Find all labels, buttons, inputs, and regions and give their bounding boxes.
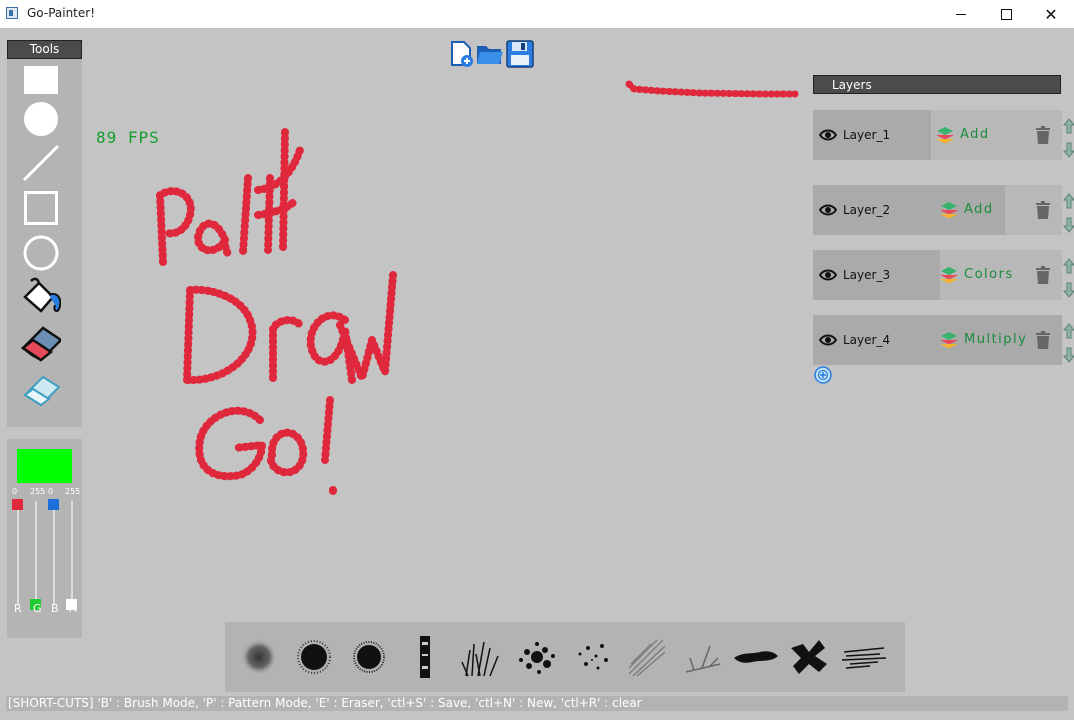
rectangle-outline-tool[interactable]: [21, 189, 61, 227]
layers-header: Layers: [813, 75, 1061, 94]
layer-stack-icon: [936, 127, 954, 144]
red-slider-track[interactable]: [17, 501, 19, 605]
line-icon: [22, 144, 60, 182]
blend-mode-button[interactable]: Colors: [964, 267, 1014, 282]
rough-brush-icon[interactable]: [732, 634, 780, 680]
blend-mode-button[interactable]: Add: [964, 202, 994, 217]
paint-bucket-icon: [23, 277, 61, 313]
rectangle-outline-icon: [24, 191, 58, 225]
red-slider-thumb[interactable]: [12, 499, 23, 510]
trash-icon[interactable]: [1035, 266, 1051, 284]
layer-name: Layer_3: [843, 268, 891, 282]
blend-mode-button[interactable]: Add: [960, 127, 990, 142]
layer-name: Layer_1: [843, 128, 891, 142]
add-layer-icon[interactable]: [814, 366, 832, 384]
eye-icon[interactable]: [819, 332, 837, 348]
eye-icon[interactable]: [819, 267, 837, 283]
scale-min-label: 0: [12, 487, 18, 496]
blend-mode-button[interactable]: Multiply: [964, 332, 1027, 347]
green-slider-track[interactable]: [35, 501, 37, 605]
eraser-icon: [21, 326, 61, 362]
layer-reorder-arrows-icon[interactable]: [1063, 323, 1074, 363]
scale-max-label: 255: [65, 487, 81, 496]
current-color-swatch: [17, 449, 72, 483]
line-tool[interactable]: [21, 144, 61, 182]
trash-icon[interactable]: [1035, 126, 1051, 144]
alpha-channel-label: A: [69, 602, 77, 615]
blue-channel-label: B: [51, 602, 59, 615]
layer-stack-icon: [940, 332, 958, 349]
filled-rectangle-icon: [24, 66, 58, 94]
grass-brush-icon[interactable]: [458, 634, 506, 680]
alpha-slider-track[interactable]: [71, 501, 73, 605]
layer-row[interactable]: Layer_1 Add: [813, 110, 1062, 160]
layer-name: Layer_2: [843, 203, 891, 217]
blend-area: [1005, 185, 1062, 235]
layer-reorder-arrows-icon[interactable]: [1063, 118, 1074, 158]
circle-outline-icon: [23, 235, 59, 271]
soft-eraser-icon: [23, 375, 61, 407]
filled-circle-tool[interactable]: [21, 100, 61, 138]
brush-bar: [225, 622, 905, 692]
circle-outline-tool[interactable]: [21, 234, 61, 272]
blue-slider-thumb[interactable]: [48, 499, 59, 510]
layer-row[interactable]: Layer_3 Colors: [813, 250, 1062, 300]
chalk-brush-icon[interactable]: [623, 634, 671, 680]
layer-reorder-arrows-icon[interactable]: [1063, 258, 1074, 298]
trash-icon[interactable]: [1035, 201, 1051, 219]
splat-brush-icon[interactable]: [785, 634, 833, 680]
scale-min-label: 0: [48, 487, 54, 496]
layer-name: Layer_4: [843, 333, 891, 347]
save-icon[interactable]: [506, 40, 534, 68]
eye-icon[interactable]: [819, 202, 837, 218]
red-channel-label: R: [14, 602, 22, 615]
tools-panel: [7, 59, 82, 427]
layer-stack-icon: [940, 267, 958, 284]
fps-counter: 89 FPS: [96, 128, 160, 147]
trash-icon[interactable]: [1035, 331, 1051, 349]
splatter-brush-icon[interactable]: [513, 634, 561, 680]
layer-stack-icon: [940, 202, 958, 219]
eye-icon[interactable]: [819, 127, 837, 143]
layer-reorder-arrows-icon[interactable]: [1063, 193, 1074, 233]
new-file-icon[interactable]: [449, 40, 477, 68]
leaf-brush-icon[interactable]: [680, 634, 728, 680]
color-panel: 0 255 0 255 R G B A: [7, 439, 82, 638]
open-folder-icon[interactable]: [476, 40, 504, 68]
round-splatter-brush-icon[interactable]: [345, 634, 393, 680]
eraser-tool[interactable]: [21, 324, 61, 362]
scale-max-label: 255: [30, 487, 46, 496]
stripe-brush-icon[interactable]: [401, 634, 449, 680]
green-channel-label: G: [33, 602, 42, 615]
streak-brush-icon[interactable]: [840, 634, 888, 680]
layer-row[interactable]: Layer_4 Multiply: [813, 315, 1062, 365]
filled-rectangle-tool[interactable]: [21, 61, 61, 99]
layer-row[interactable]: Layer_2 Add: [813, 185, 1062, 235]
shortcuts-status-bar: [SHORT-CUTS] 'B' : Brush Mode, 'P' : Pat…: [6, 696, 1068, 711]
hard-splatter-brush-icon[interactable]: [290, 634, 338, 680]
blue-slider-track[interactable]: [53, 501, 55, 605]
dots-brush-icon[interactable]: [568, 634, 616, 680]
soft-round-brush-icon[interactable]: [235, 634, 283, 680]
paint-bucket-tool[interactable]: [21, 277, 61, 316]
tools-header: Tools: [7, 40, 82, 59]
filled-circle-icon: [24, 102, 58, 136]
soft-eraser-tool[interactable]: [21, 369, 61, 407]
